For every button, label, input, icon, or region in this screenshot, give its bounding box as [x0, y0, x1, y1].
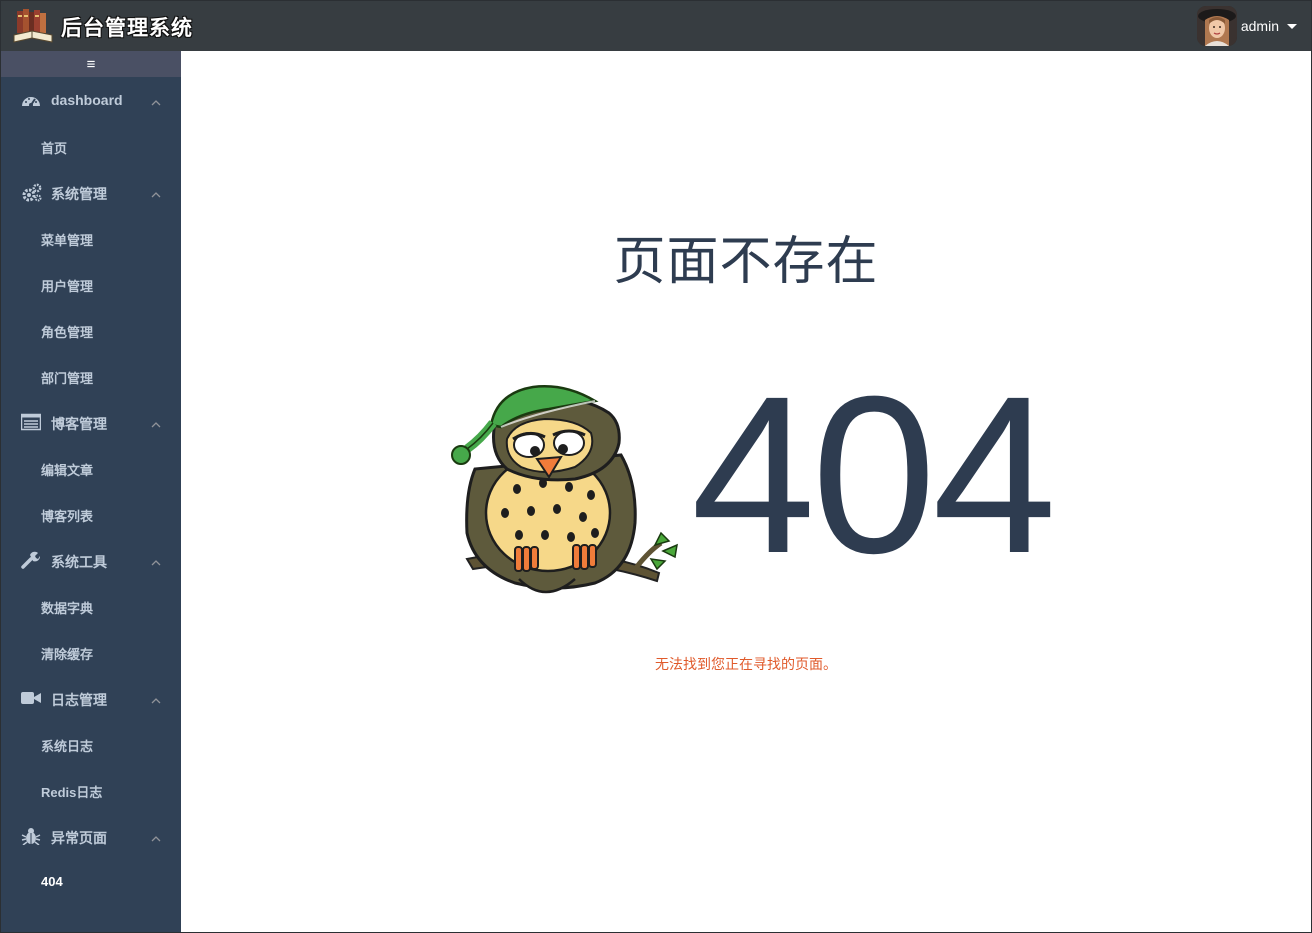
sidebar-item-label: 404: [41, 874, 63, 889]
sidebar-group-label: 系统管理: [51, 186, 107, 202]
chevron-up-icon: [151, 830, 161, 842]
sidebar-group-tools[interactable]: 系统工具: [1, 537, 181, 583]
username-label: admin: [1240, 18, 1279, 34]
owl-illustration: [445, 383, 691, 605]
user-menu-dropdown[interactable]: admin: [1196, 5, 1297, 47]
sidebar-item-404[interactable]: 404: [1, 859, 181, 905]
error-code: 404: [691, 350, 1057, 600]
avatar[interactable]: [1196, 6, 1237, 46]
chevron-up-icon: [151, 416, 161, 428]
error-message: 无法找到您正在寻找的页面。: [655, 656, 837, 672]
sidebar-item-label: Redis日志: [41, 785, 103, 800]
dashboard-icon: [21, 91, 41, 109]
sidebar-item-label: 博客列表: [41, 509, 94, 524]
books-logo-icon: [13, 7, 53, 45]
sidebar-menu: ≡ dashboard 首页 系统管理 菜单管理 用户管理 角色管理 部门管理 …: [1, 51, 181, 932]
chevron-up-icon: [151, 94, 161, 106]
sidebar-item-dept-management[interactable]: 部门管理: [1, 353, 181, 399]
sidebar-item-label: 用户管理: [41, 279, 94, 294]
sidebar-group-label: 系统工具: [51, 554, 107, 570]
sidebar-item-label: 数据字典: [41, 601, 94, 616]
sidebar-item-role-management[interactable]: 角色管理: [1, 307, 181, 353]
sidebar-item-clear-cache[interactable]: 清除缓存: [1, 629, 181, 675]
top-navbar: 后台管理系统 admin: [1, 1, 1311, 51]
sidebar-group-label: 博客管理: [51, 416, 107, 432]
list-icon: [20, 413, 42, 431]
gears-icon: [21, 183, 42, 202]
wrench-icon: [21, 551, 41, 569]
sidebar-item-label: 角色管理: [41, 325, 94, 340]
hamburger-icon: ≡: [86, 55, 96, 73]
sidebar-item-label: 系统日志: [41, 739, 94, 754]
app-window: 后台管理系统 admin ≡ dashboard 首页 系统管理 菜单管理 用户…: [0, 0, 1312, 933]
sidebar-item-edit-article[interactable]: 编辑文章: [1, 445, 181, 491]
sidebar-item-label: 清除缓存: [41, 647, 94, 662]
sidebar-group-system[interactable]: 系统管理: [1, 169, 181, 215]
sidebar-item-user-management[interactable]: 用户管理: [1, 261, 181, 307]
sidebar-item-label: 菜单管理: [41, 233, 94, 248]
sidebar-collapse-button[interactable]: ≡: [1, 51, 181, 77]
sidebar-item-blog-list[interactable]: 博客列表: [1, 491, 181, 537]
sidebar-item-menu-management[interactable]: 菜单管理: [1, 215, 181, 261]
video-camera-icon: [21, 689, 41, 707]
bug-icon: [21, 827, 41, 846]
sidebar-group-dashboard[interactable]: dashboard: [1, 77, 181, 123]
sidebar-item-home[interactable]: 首页: [1, 123, 181, 169]
sidebar-group-error-pages[interactable]: 异常页面: [1, 813, 181, 859]
main-content: 页面不存在 404 无法找到您正在寻找的页面。: [181, 51, 1311, 932]
sidebar-item-label: 编辑文章: [41, 463, 94, 478]
sidebar-item-redis-log[interactable]: Redis日志: [1, 767, 181, 813]
sidebar-group-blog[interactable]: 博客管理: [1, 399, 181, 445]
chevron-up-icon: [151, 554, 161, 566]
sidebar-item-system-log[interactable]: 系统日志: [1, 721, 181, 767]
page-title: 页面不存在: [613, 233, 879, 291]
sidebar-group-label: 异常页面: [51, 830, 107, 846]
sidebar-item-label: 首页: [41, 141, 68, 156]
sidebar-item-label: 部门管理: [41, 371, 94, 386]
sidebar-item-data-dictionary[interactable]: 数据字典: [1, 583, 181, 629]
sidebar-group-logs[interactable]: 日志管理: [1, 675, 181, 721]
sidebar-group-label: 日志管理: [51, 692, 107, 708]
sidebar-group-label: dashboard: [51, 92, 123, 108]
caret-down-icon: [1287, 23, 1297, 29]
chevron-up-icon: [151, 692, 161, 704]
app-title: 后台管理系统: [61, 15, 193, 40]
chevron-up-icon: [151, 186, 161, 198]
